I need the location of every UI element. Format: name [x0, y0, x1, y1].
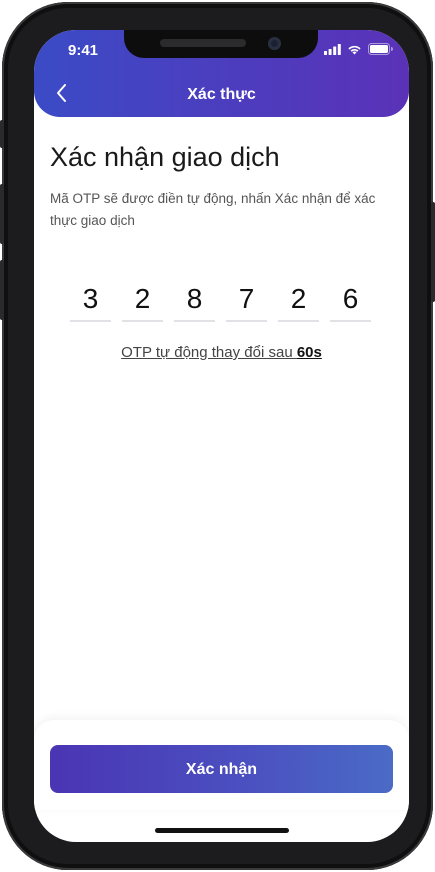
battery-icon: [368, 43, 393, 55]
volume-down-button: [0, 260, 4, 320]
otp-timer-seconds: 60s: [296, 344, 322, 361]
page-description: Mã OTP sẽ được điền tự động, nhấn Xác nh…: [50, 191, 376, 228]
otp-digit-3[interactable]: 8: [174, 280, 215, 322]
phone-frame: 9:41 Xác thực Xác nhận giao dịch Mã OTP …: [0, 2, 435, 870]
signal-icon: [324, 43, 341, 55]
front-camera: [268, 37, 281, 50]
otp-digit-4[interactable]: 7: [226, 280, 267, 322]
volume-up-button: [0, 184, 4, 244]
otp-timer: OTP tự động thay đổi sau 60s: [34, 344, 409, 361]
page-title: Xác nhận giao dịch: [50, 142, 280, 172]
otp-digit-2[interactable]: 2: [122, 280, 163, 322]
wifi-icon: [348, 45, 361, 54]
home-indicator[interactable]: [155, 828, 289, 833]
power-button: [431, 202, 435, 302]
otp-digit-5[interactable]: 2: [278, 280, 319, 322]
otp-digit-6[interactable]: 6: [330, 280, 371, 322]
otp-input-group[interactable]: 3 2 8 7 2 6: [70, 280, 371, 322]
mute-switch: [0, 120, 4, 148]
status-time: 9:41: [68, 42, 99, 59]
footer-panel: Xác nhận: [34, 720, 409, 810]
speaker-grille: [160, 39, 246, 47]
confirm-button[interactable]: Xác nhận: [50, 745, 393, 793]
screen: 9:41 Xác thực Xác nhận giao dịch Mã OTP …: [34, 30, 409, 842]
status-icons: [324, 43, 393, 55]
otp-timer-label: OTP tự động thay đổi sau: [121, 344, 297, 361]
otp-digit-1[interactable]: 3: [70, 280, 111, 322]
notch: [124, 30, 318, 58]
header-title: Xác thực: [187, 86, 256, 103]
